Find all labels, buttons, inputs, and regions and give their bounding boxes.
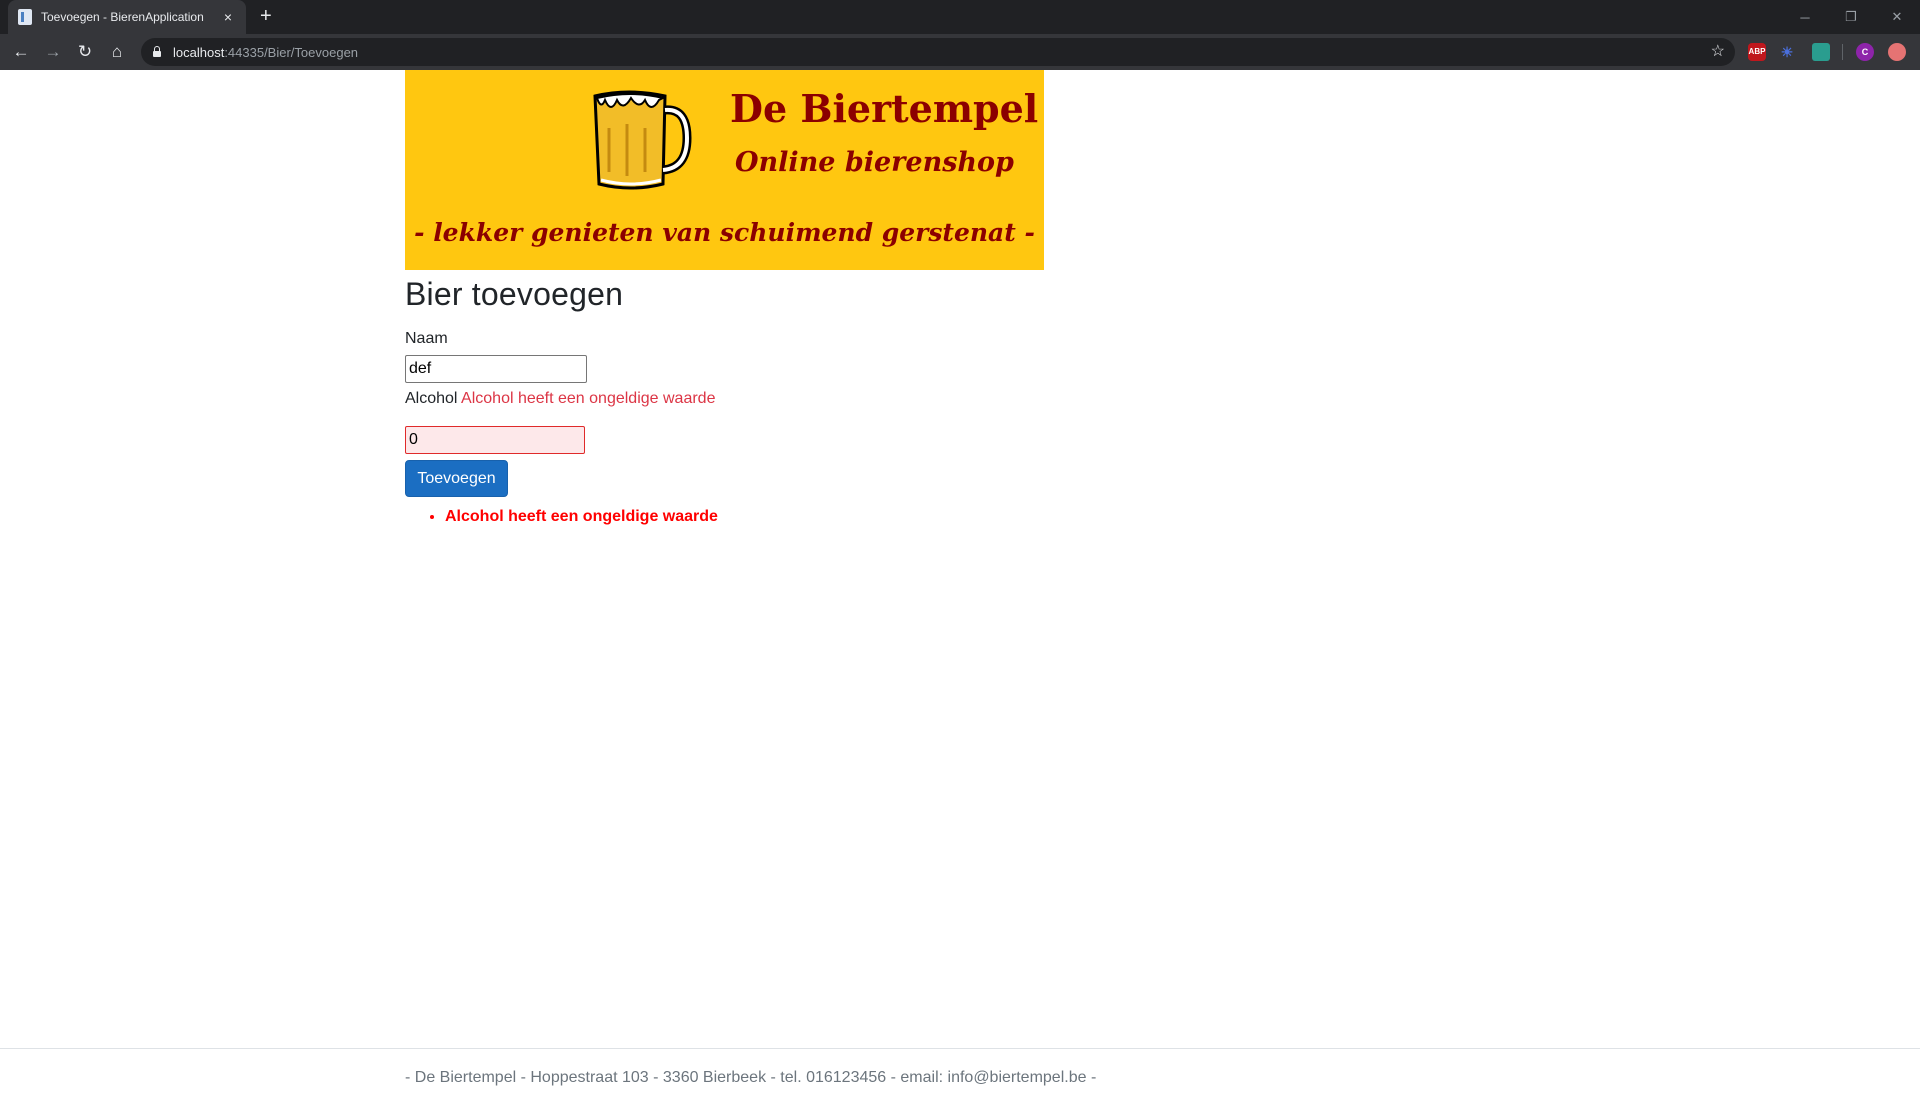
banner-title: De Biertempel <box>730 86 1039 131</box>
browser-tab[interactable]: Toevoegen - BierenApplication × <box>8 0 246 34</box>
page-viewport: De Biertempel Online bierenshop - lekker… <box>0 70 1920 1086</box>
lock-icon[interactable] <box>153 46 161 57</box>
page-favicon-icon <box>18 9 32 25</box>
bookmark-star-icon[interactable]: ☆ <box>1711 41 1725 61</box>
window-controls: ─ ❐ ✕ <box>1782 0 1920 34</box>
adblock-extension-icon[interactable]: ABP <box>1748 43 1766 61</box>
beer-mug-icon <box>593 90 692 190</box>
validation-summary: Alcohol heeft een ongeldige waarde <box>405 508 718 526</box>
browser-tabstrip: Toevoegen - BierenApplication × + ─ ❐ ✕ <box>0 0 1920 34</box>
naam-input[interactable] <box>405 355 587 383</box>
restore-button[interactable]: ❐ <box>1828 0 1874 34</box>
banner-tagline: - lekker genieten van schuimend gerstena… <box>414 218 1035 247</box>
close-window-button[interactable]: ✕ <box>1874 0 1920 34</box>
minimize-button[interactable]: ─ <box>1782 0 1828 34</box>
validation-summary-item: Alcohol heeft een ongeldige waarde <box>445 508 718 526</box>
profile-avatar[interactable]: C <box>1856 43 1874 61</box>
extension-update-icon[interactable] <box>1888 43 1906 61</box>
address-bar[interactable]: localhost:44335/Bier/Toevoegen ☆ <box>141 38 1735 66</box>
alcohol-label-text: Alcohol <box>405 390 458 407</box>
forward-arrow-icon[interactable]: → <box>41 40 65 64</box>
footer-text: - De Biertempel - Hoppestraat 103 - 3360… <box>405 1069 1097 1086</box>
extension-box-icon[interactable] <box>1812 43 1830 61</box>
toolbar-divider <box>1842 44 1843 60</box>
home-icon[interactable]: ⌂ <box>105 40 129 64</box>
url-text[interactable]: localhost:44335/Bier/Toevoegen <box>173 45 358 60</box>
extension-hat-icon[interactable]: ☀ <box>1778 43 1796 61</box>
close-tab-icon[interactable]: × <box>220 9 236 25</box>
reload-icon[interactable]: ↻ <box>73 40 97 64</box>
page-footer: - De Biertempel - Hoppestraat 103 - 3360… <box>0 1048 1920 1110</box>
site-banner: De Biertempel Online bierenshop - lekker… <box>405 70 1044 270</box>
new-tab-button[interactable]: + <box>260 4 272 28</box>
naam-label: Naam <box>405 330 448 347</box>
banner-subtitle: Online bierenshop <box>735 147 1014 178</box>
toevoegen-button[interactable]: Toevoegen <box>405 460 508 497</box>
alcohol-input[interactable] <box>405 426 585 454</box>
page-title: Bier toevoegen <box>405 276 624 312</box>
alcohol-error-message: Alcohol heeft een ongeldige waarde <box>461 390 716 407</box>
tab-title: Toevoegen - BierenApplication <box>41 10 204 24</box>
back-arrow-icon[interactable]: ← <box>9 40 33 64</box>
browser-toolbar: ← → ↻ ⌂ localhost:44335/Bier/Toevoegen ☆… <box>0 34 1920 70</box>
alcohol-label: Alcohol Alcohol heeft een ongeldige waar… <box>405 390 715 408</box>
